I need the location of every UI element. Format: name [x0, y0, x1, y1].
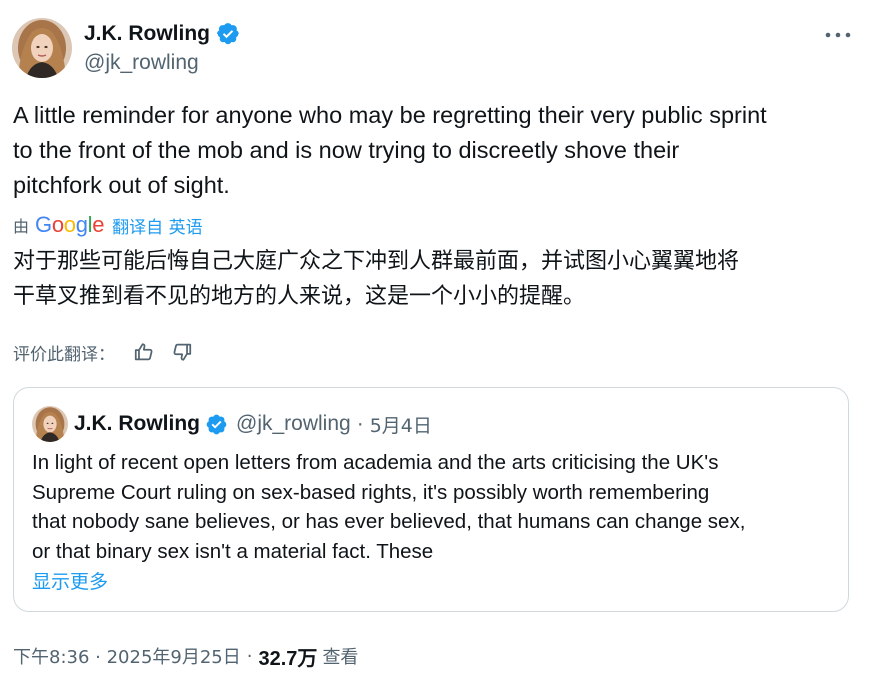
quoted-tweet-text: In light of recent open letters from aca… — [32, 448, 832, 566]
author-display-name[interactable]: J.K. Rowling — [84, 22, 210, 46]
translated-by-label: 由 — [13, 217, 30, 236]
meta-separator: · — [246, 645, 253, 667]
tweet-meta-row: 下午8:36 · 2025年9月25日 · 32.7万 查看 — [13, 642, 358, 670]
author-name-row: J.K. Rowling — [84, 20, 240, 48]
views-label: 查看 — [322, 647, 359, 668]
translated-by-row: 由 Google 翻译自 英语 — [13, 211, 203, 239]
thumbs-down-icon[interactable] — [171, 341, 193, 363]
more-horizontal-icon[interactable] — [822, 24, 854, 46]
verified-badge-icon[interactable] — [216, 22, 240, 46]
rate-translation-row: 评价此翻译： — [13, 338, 193, 366]
quoted-text-line: Supreme Court ruling on sex-based rights… — [32, 480, 710, 504]
tweet-timestamp[interactable]: 下午8:36 · 2025年9月25日 — [13, 643, 241, 669]
google-logo: Google — [35, 212, 105, 237]
quoted-text-line: that nobody sane believes, or has ever b… — [32, 510, 746, 533]
thumbs-up-icon[interactable] — [133, 341, 155, 363]
translated-text: 对于那些可能后悔自己大庭广众之下冲到人群最前面，并试图小心翼翼地将 干草叉推到看… — [13, 244, 863, 314]
tweet-text-line: pitchfork out of sight. — [13, 172, 230, 198]
quoted-author-display-name[interactable]: J.K. Rowling — [74, 412, 200, 436]
avatar-image — [12, 18, 72, 78]
show-more-link[interactable]: 显示更多 — [32, 567, 108, 594]
quoted-author-avatar[interactable] — [32, 406, 68, 442]
verified-badge-icon[interactable] — [205, 413, 228, 436]
tweet: J.K. Rowling @jk_rowling A little remind… — [0, 0, 882, 675]
author-handle[interactable]: @jk_rowling — [84, 51, 199, 75]
quoted-tweet-header: J.K. Rowling @jk_rowling · 5月4日 — [74, 410, 432, 438]
quoted-text-line: or that binary sex isn't a material fact… — [32, 539, 434, 563]
translated-text-line: 干草叉推到看不见的地方的人来说，这是一个小小的提醒。 — [13, 284, 586, 309]
rate-translation-label: 评价此翻译： — [13, 344, 115, 365]
quoted-text-line: In light of recent open letters from aca… — [32, 451, 719, 474]
tweet-text-line: A little reminder for anyone who may be … — [13, 102, 767, 128]
views-count: 32.7万 — [258, 647, 318, 670]
quoted-tweet-date[interactable]: 5月4日 — [370, 411, 432, 438]
tweet-text-line: to the front of the mob and is now tryin… — [13, 137, 680, 163]
translated-text-line: 对于那些可能后悔自己大庭广众之下冲到人群最前面，并试图小心翼翼地将 — [13, 249, 740, 274]
avatar-image — [32, 406, 68, 442]
translated-from-link[interactable]: 翻译自 英语 — [112, 213, 202, 238]
quoted-tweet[interactable]: J.K. Rowling @jk_rowling · 5月4日 In light… — [13, 387, 849, 612]
tweet-text: A little reminder for anyone who may be … — [13, 98, 863, 203]
author-avatar[interactable] — [12, 18, 72, 78]
quoted-header-separator: · — [356, 412, 364, 435]
quoted-author-handle[interactable]: @jk_rowling — [236, 412, 351, 436]
